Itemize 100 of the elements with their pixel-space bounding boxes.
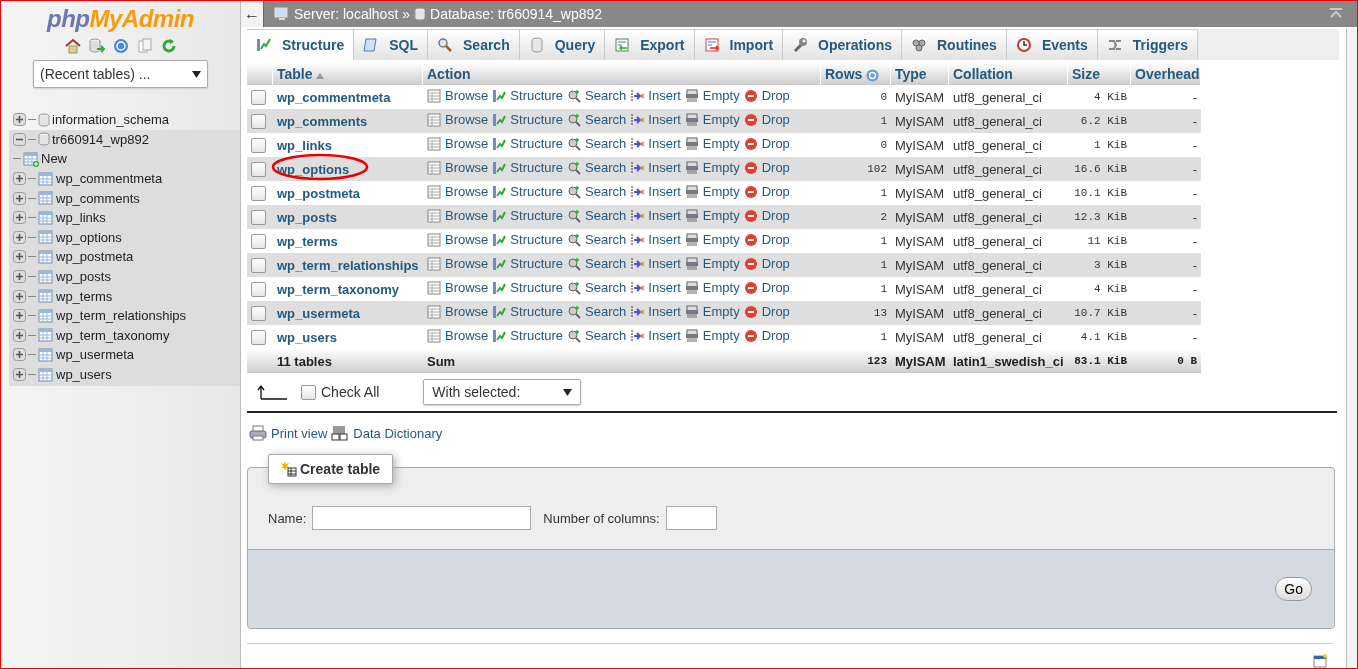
- action-link[interactable]: Structure: [492, 256, 564, 272]
- table-name[interactable]: wp_options: [56, 229, 122, 245]
- action-link[interactable]: Browse: [427, 136, 489, 152]
- table-name[interactable]: wp_posts: [56, 269, 111, 285]
- action-link[interactable]: Drop: [743, 328, 790, 344]
- action-link[interactable]: Browse: [427, 280, 489, 296]
- column-header[interactable]: Type: [891, 63, 949, 85]
- new-table-link[interactable]: New: [41, 151, 67, 167]
- table-name[interactable]: wp_postmeta: [56, 249, 134, 265]
- expand-icon[interactable]: [13, 348, 26, 362]
- help-icon[interactable]: [866, 68, 880, 82]
- expand-icon[interactable]: [13, 230, 26, 244]
- action-link[interactable]: Browse: [427, 160, 489, 176]
- database-exit-icon[interactable]: [88, 38, 105, 54]
- table-name-link[interactable]: wp_terms: [277, 233, 338, 249]
- action-link[interactable]: Search: [567, 232, 627, 248]
- action-link[interactable]: Search: [567, 136, 627, 152]
- action-link[interactable]: Drop: [743, 88, 790, 104]
- row-checkbox[interactable]: [251, 306, 266, 322]
- action-link[interactable]: Insert: [630, 88, 681, 104]
- table-name-link[interactable]: wp_links: [277, 137, 332, 153]
- console-icon[interactable]: [1313, 654, 1327, 668]
- action-link[interactable]: Structure: [492, 88, 564, 104]
- action-link[interactable]: Search: [567, 160, 627, 176]
- database-name[interactable]: information_schema: [52, 112, 170, 128]
- table-name[interactable]: wp_term_taxonomy: [56, 327, 170, 343]
- action-link[interactable]: Empty: [684, 88, 740, 104]
- action-link[interactable]: Empty: [684, 184, 740, 200]
- action-link[interactable]: Search: [567, 280, 627, 296]
- expand-icon[interactable]: [13, 211, 26, 225]
- action-link[interactable]: Search: [567, 112, 627, 128]
- action-link[interactable]: Structure: [492, 208, 564, 224]
- go-button[interactable]: Go: [1275, 577, 1312, 601]
- action-link[interactable]: Structure: [492, 136, 564, 152]
- recent-tables-dropdown[interactable]: (Recent tables) ...: [33, 60, 208, 88]
- action-link[interactable]: Empty: [684, 232, 740, 248]
- check-all-checkbox[interactable]: [301, 384, 316, 400]
- table-name-link[interactable]: wp_postmeta: [277, 185, 361, 201]
- row-checkbox[interactable]: [251, 234, 266, 250]
- expand-icon[interactable]: [13, 191, 26, 205]
- logo[interactable]: phpMyAdmin: [1, 5, 240, 33]
- action-link[interactable]: Empty: [684, 256, 740, 272]
- action-link[interactable]: Insert: [630, 208, 681, 224]
- action-link[interactable]: Structure: [492, 280, 564, 296]
- action-link[interactable]: Empty: [684, 160, 740, 176]
- breadcrumb-database[interactable]: Database: tr660914_wp892: [430, 6, 603, 22]
- action-link[interactable]: Search: [567, 208, 627, 224]
- column-header[interactable]: Collation: [949, 63, 1068, 85]
- table-name-link[interactable]: wp_users: [277, 329, 337, 345]
- action-link[interactable]: Insert: [630, 184, 681, 200]
- breadcrumb-server[interactable]: Server: localhost: [294, 6, 399, 22]
- action-link[interactable]: Drop: [743, 136, 790, 152]
- action-link[interactable]: Structure: [492, 160, 564, 176]
- action-link[interactable]: Structure: [492, 112, 564, 128]
- documents-icon[interactable]: [136, 38, 153, 54]
- table-name[interactable]: wp_usermeta: [56, 347, 135, 363]
- action-link[interactable]: Empty: [684, 328, 740, 344]
- tab[interactable]: Export: [605, 29, 695, 60]
- table-name-link[interactable]: wp_commentmeta: [277, 89, 391, 105]
- action-link[interactable]: Browse: [427, 256, 489, 272]
- action-link[interactable]: Browse: [427, 232, 489, 248]
- check-all-label[interactable]: Check All: [321, 384, 380, 400]
- action-link[interactable]: Search: [567, 256, 627, 272]
- tab[interactable]: Import: [694, 29, 784, 60]
- tab[interactable]: Routines: [902, 29, 1007, 60]
- action-link[interactable]: Browse: [427, 112, 489, 128]
- action-link[interactable]: Insert: [630, 112, 681, 128]
- action-link[interactable]: Browse: [427, 88, 489, 104]
- data-dictionary-link[interactable]: Data Dictionary: [353, 425, 443, 441]
- column-header[interactable]: Size: [1068, 63, 1131, 85]
- row-checkbox[interactable]: [251, 282, 266, 298]
- expand-icon[interactable]: [13, 270, 26, 284]
- home-icon[interactable]: [64, 38, 81, 54]
- action-link[interactable]: Browse: [427, 304, 489, 320]
- action-link[interactable]: Search: [567, 304, 627, 320]
- expand-icon[interactable]: [13, 289, 26, 303]
- action-link[interactable]: Drop: [743, 232, 790, 248]
- tab[interactable]: Operations: [783, 29, 902, 60]
- action-link[interactable]: Drop: [743, 160, 790, 176]
- action-link[interactable]: Drop: [743, 280, 790, 296]
- action-link[interactable]: Drop: [743, 304, 790, 320]
- table-name[interactable]: wp_users: [56, 367, 112, 382]
- action-link[interactable]: Empty: [684, 136, 740, 152]
- action-link[interactable]: Drop: [743, 256, 790, 272]
- column-header[interactable]: Table: [273, 63, 423, 85]
- expand-icon[interactable]: [13, 368, 26, 381]
- action-link[interactable]: Empty: [684, 304, 740, 320]
- action-link[interactable]: Empty: [684, 208, 740, 224]
- column-header[interactable]: Overhead: [1131, 63, 1201, 85]
- columns-input[interactable]: [665, 506, 717, 530]
- row-checkbox[interactable]: [251, 138, 266, 154]
- action-link[interactable]: Structure: [492, 232, 564, 248]
- action-link[interactable]: Insert: [630, 304, 681, 320]
- tab[interactable]: Query: [519, 29, 606, 60]
- table-name[interactable]: wp_comments: [56, 190, 140, 206]
- action-link[interactable]: Search: [567, 88, 627, 104]
- row-checkbox[interactable]: [251, 210, 266, 226]
- action-link[interactable]: Search: [567, 328, 627, 344]
- tab[interactable]: SQL: [354, 29, 428, 60]
- action-link[interactable]: Browse: [427, 208, 489, 224]
